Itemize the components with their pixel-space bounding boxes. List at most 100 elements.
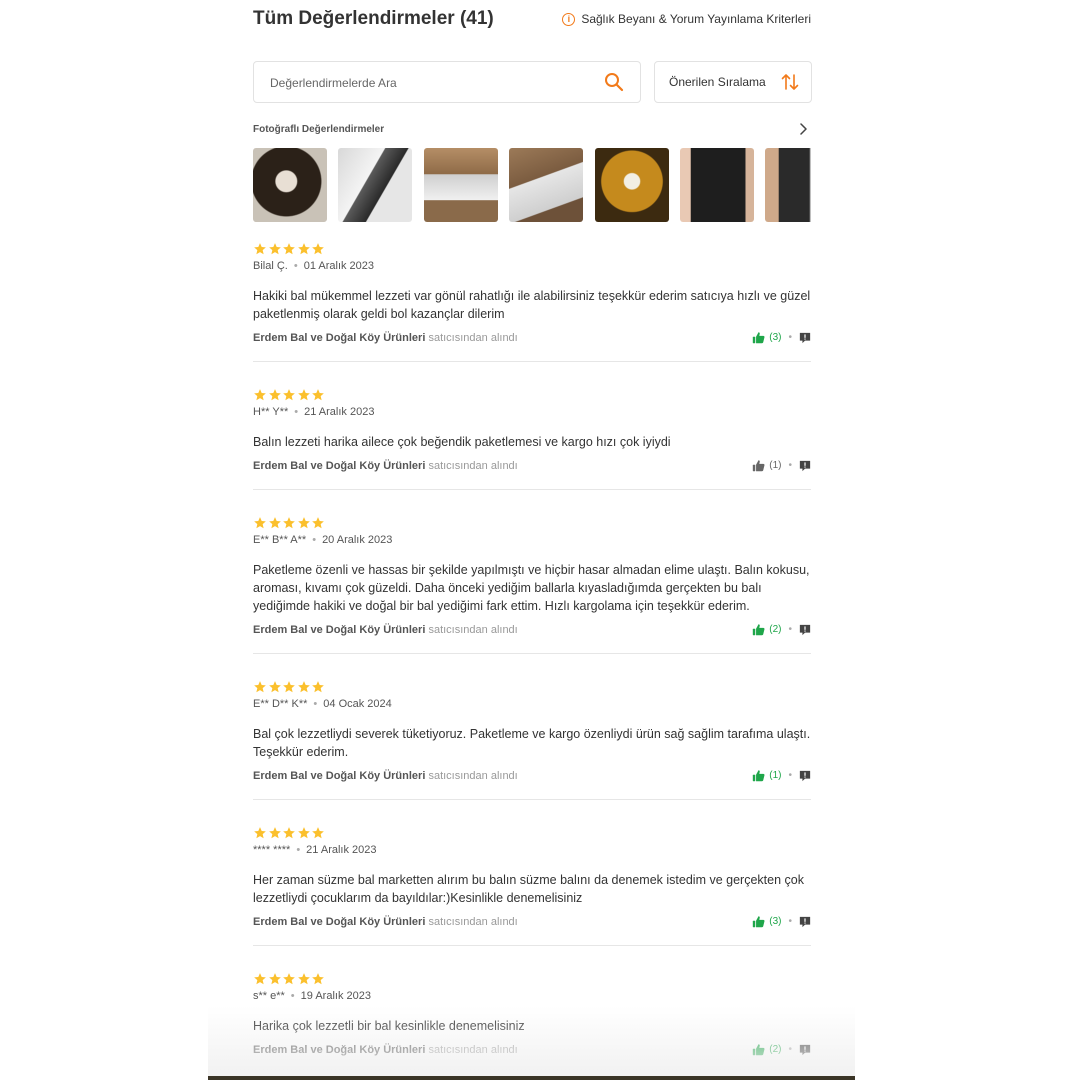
star-icon xyxy=(253,680,267,694)
like-count: (1) xyxy=(769,770,782,781)
sort-dropdown[interactable]: Önerilen Sıralama xyxy=(654,61,812,103)
review-photo-honey-jar-label[interactable] xyxy=(595,148,669,222)
seller-name[interactable]: Erdem Bal ve Doğal Köy Ürünleri xyxy=(253,624,425,636)
star-icon xyxy=(297,680,311,694)
report-icon[interactable] xyxy=(799,770,811,782)
photo-reviews-strip xyxy=(253,148,811,222)
review-actions: (1) • xyxy=(752,459,811,472)
report-icon[interactable] xyxy=(799,1044,811,1056)
seller-info: Erdem Bal ve Doğal Köy Ürünleri satıcısı… xyxy=(253,770,518,782)
review-meta: **** **** • 21 Aralık 2023 xyxy=(253,844,377,856)
review-photo-box-bubble[interactable] xyxy=(424,148,498,222)
meta-separator: • xyxy=(296,844,301,856)
chevron-right-icon[interactable] xyxy=(797,122,809,136)
review-photo-honey-jar-hand[interactable] xyxy=(253,148,327,222)
meta-separator: • xyxy=(313,698,318,710)
like-count: (2) xyxy=(769,1044,782,1055)
review-date: 21 Aralık 2023 xyxy=(304,406,375,418)
review-photo-open-box[interactable] xyxy=(509,148,583,222)
seller-info: Erdem Bal ve Doğal Köy Ürünleri satıcısı… xyxy=(253,332,518,344)
review-author: E** D** K** xyxy=(253,698,308,710)
meta-separator: • xyxy=(290,990,295,1002)
review-text: Her zaman süzme bal marketten alırım bu … xyxy=(253,873,804,905)
star-icon xyxy=(253,826,267,840)
action-separator: • xyxy=(788,1044,792,1055)
info-icon: i xyxy=(562,12,576,26)
star-icon xyxy=(268,242,282,256)
review-author: H** Y** xyxy=(253,406,289,418)
review-actions: (2) • xyxy=(752,1043,811,1056)
review-date: 01 Aralık 2023 xyxy=(303,260,375,272)
action-separator: • xyxy=(788,460,792,471)
seller-suffix: satıcısından alındı xyxy=(428,1044,518,1056)
review-text: Paketleme özenli ve hassas bir şekilde y… xyxy=(253,563,810,613)
thumbs-up-icon[interactable] xyxy=(752,623,765,636)
search-input[interactable] xyxy=(268,62,592,104)
star-icon xyxy=(253,516,267,530)
thumbs-up-icon[interactable] xyxy=(752,915,765,928)
star-icon xyxy=(268,516,282,530)
page-title: Tüm Değerlendirmeler (41) xyxy=(253,8,494,29)
report-icon[interactable] xyxy=(799,460,811,472)
report-icon[interactable] xyxy=(799,332,811,344)
thumbs-up-icon[interactable] xyxy=(752,769,765,782)
seller-name[interactable]: Erdem Bal ve Doğal Köy Ürünleri xyxy=(253,770,425,782)
review-actions: (1) • xyxy=(752,769,811,782)
like-count: (3) xyxy=(769,332,782,343)
meta-separator: • xyxy=(294,406,299,418)
star-icon xyxy=(311,972,325,986)
star-icon xyxy=(311,680,325,694)
sort-icon xyxy=(781,74,799,90)
star-icon xyxy=(297,826,311,840)
review-meta: s** e** • 19 Aralık 2023 xyxy=(253,990,371,1002)
review-photo-wrapped-jar[interactable] xyxy=(338,148,412,222)
seller-suffix: satıcısından alındı xyxy=(428,624,518,636)
review-meta: Bilal Ç. • 01 Aralık 2023 xyxy=(253,260,374,272)
review-text: Hakiki bal mükemmel lezzeti var gönül ra… xyxy=(253,289,811,321)
seller-name[interactable]: Erdem Bal ve Doğal Köy Ürünleri xyxy=(253,332,425,344)
criteria-link[interactable]: i Sağlık Beyanı & Yorum Yayınlama Kriter… xyxy=(562,12,811,26)
rating-stars xyxy=(253,972,326,986)
star-icon xyxy=(282,242,296,256)
meta-separator: • xyxy=(293,260,298,272)
like-count: (2) xyxy=(769,624,782,635)
star-icon xyxy=(282,388,296,402)
star-icon xyxy=(268,826,282,840)
report-icon[interactable] xyxy=(799,916,811,928)
search-icon[interactable] xyxy=(604,72,624,92)
seller-name[interactable]: Erdem Bal ve Doğal Köy Ürünleri xyxy=(253,916,425,928)
rating-stars xyxy=(253,680,326,694)
thumbs-up-icon[interactable] xyxy=(752,1043,765,1056)
star-icon xyxy=(297,972,311,986)
seller-name[interactable]: Erdem Bal ve Doğal Köy Ürünleri xyxy=(253,460,425,472)
photo-reviews-label: Fotoğraflı Değerlendirmeler xyxy=(253,124,385,135)
seller-suffix: satıcısından alındı xyxy=(428,332,518,344)
star-icon xyxy=(297,242,311,256)
star-icon xyxy=(297,388,311,402)
review-date: 19 Aralık 2023 xyxy=(300,990,371,1002)
sort-label: Önerilen Sıralama xyxy=(669,75,766,89)
like-count: (1) xyxy=(769,460,782,471)
action-separator: • xyxy=(788,332,792,343)
thumbs-up-icon[interactable] xyxy=(752,459,765,472)
star-icon xyxy=(268,680,282,694)
report-icon[interactable] xyxy=(799,624,811,636)
seller-name[interactable]: Erdem Bal ve Doğal Köy Ürünleri xyxy=(253,1044,425,1056)
seller-suffix: satıcısından alındı xyxy=(428,460,518,472)
star-icon xyxy=(311,388,325,402)
star-icon xyxy=(282,516,296,530)
seller-info: Erdem Bal ve Doğal Köy Ürünleri satıcısı… xyxy=(253,624,518,636)
review-meta: E** D** K** • 04 Ocak 2024 xyxy=(253,698,392,710)
review-meta: E** B** A** • 20 Aralık 2023 xyxy=(253,534,392,546)
review-actions: (2) • xyxy=(752,623,811,636)
star-icon xyxy=(311,516,325,530)
review-date: 21 Aralık 2023 xyxy=(306,844,377,856)
thumbs-up-icon[interactable] xyxy=(752,331,765,344)
like-count: (3) xyxy=(769,916,782,927)
meta-separator: • xyxy=(312,534,317,546)
review-photo-jar-lid[interactable] xyxy=(765,148,811,222)
review-photo-leaflet[interactable] xyxy=(680,148,754,222)
seller-suffix: satıcısından alındı xyxy=(428,770,518,782)
star-icon xyxy=(268,388,282,402)
star-icon xyxy=(282,972,296,986)
